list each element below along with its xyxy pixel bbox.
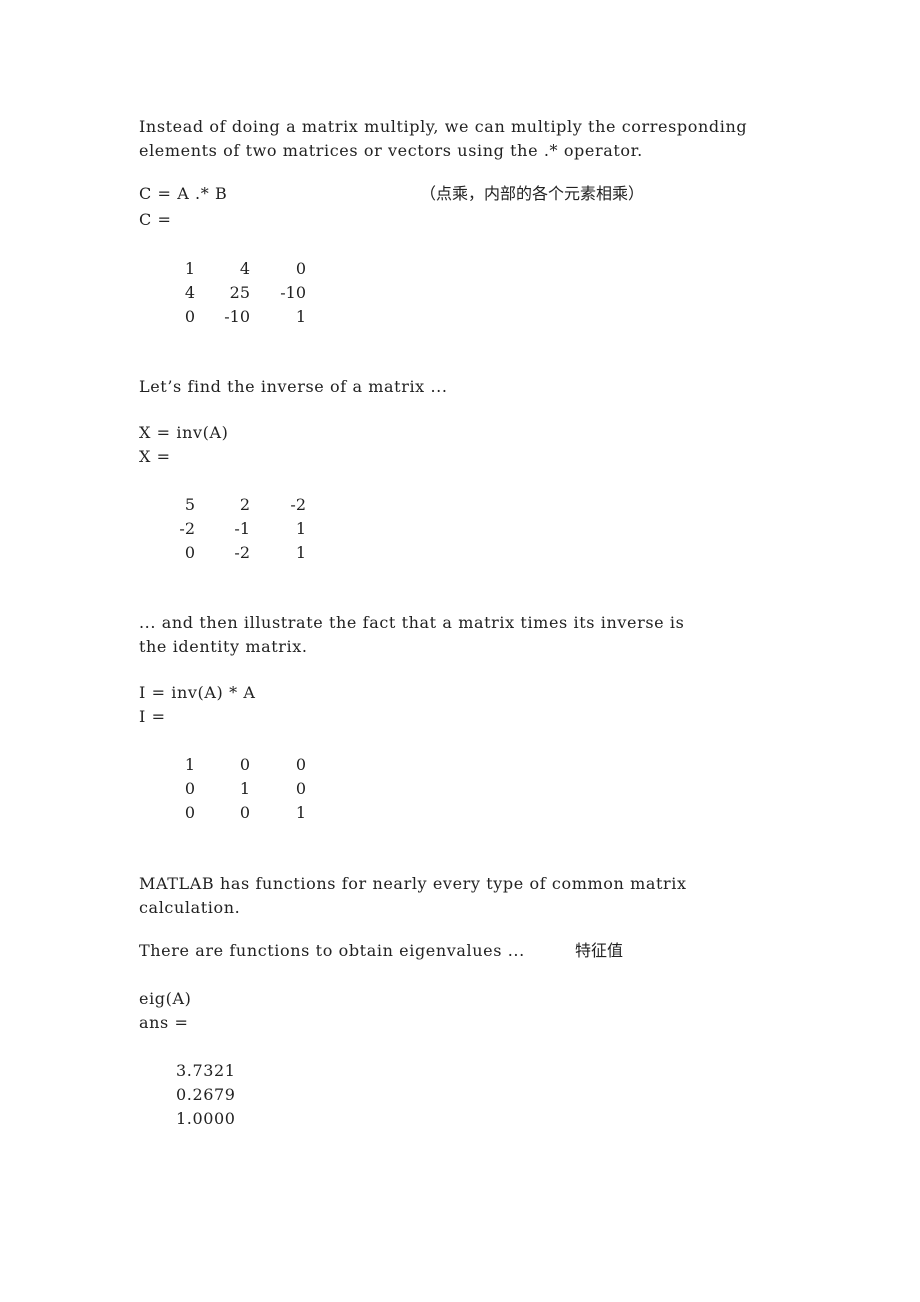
paragraph-eigenvalues: There are functions to obtain eigenvalue… [139,941,525,960]
result-label-x: X = [139,447,171,466]
matrix-cell: 1 [295,543,306,562]
matrix-cell: 0 [184,307,195,326]
chinese-note-dot-multiply: （点乘，内部的各个元素相乘） [420,184,645,203]
matrix-cell: 0 [239,803,250,822]
code-command-eig: eig(A) [139,989,192,1008]
chinese-note-eigenvalue: 特征值 [575,941,624,960]
eigenvalue: 0.2679 [176,1085,236,1104]
paragraph-matlab-functions-line2: calculation. [139,898,241,917]
eigenvalue: 1.0000 [176,1109,236,1128]
code-command-c: C = A .* B [139,184,228,203]
paragraph-identity-line1: ... and then illustrate the fact that a … [139,613,685,632]
matrix-cell: -10 [280,283,306,302]
paragraph-elementwise-line2: elements of two matrices or vectors usin… [139,141,643,160]
code-command-x: X = inv(A) [139,423,229,442]
matrix-cell: 0 [184,779,195,798]
result-label-c: C = [139,210,172,229]
result-label-ans: ans = [139,1013,189,1032]
paragraph-inverse: Let’s find the inverse of a matrix ... [139,377,448,396]
matrix-cell: 1 [184,259,195,278]
eigenvalue: 3.7321 [176,1061,236,1080]
result-label-i: I = [139,707,166,726]
matrix-cell: 1 [184,755,195,774]
matrix-cell: 0 [239,755,250,774]
matrix-cell: -2 [234,543,250,562]
matrix-cell: 4 [239,259,250,278]
matrix-cell: 0 [295,779,306,798]
paragraph-identity-line2: the identity matrix. [139,637,308,656]
matrix-cell: -10 [224,307,250,326]
matrix-cell: -1 [234,519,250,538]
matrix-cell: -2 [179,519,195,538]
paragraph-matlab-functions-line1: MATLAB has functions for nearly every ty… [139,874,687,893]
matrix-cell: 0 [295,259,306,278]
matrix-cell: 5 [184,495,195,514]
matrix-cell: 0 [184,803,195,822]
matrix-cell: 1 [239,779,250,798]
matrix-cell: 2 [239,495,250,514]
matrix-cell: 0 [295,755,306,774]
matrix-cell: 25 [229,283,250,302]
matrix-cell: 1 [295,519,306,538]
matrix-cell: 1 [295,803,306,822]
matrix-cell: -2 [290,495,306,514]
matrix-cell: 4 [184,283,195,302]
matrix-cell: 1 [295,307,306,326]
paragraph-elementwise-line1: Instead of doing a matrix multiply, we c… [139,117,748,136]
code-command-i: I = inv(A) * A [139,683,256,702]
matrix-cell: 0 [184,543,195,562]
